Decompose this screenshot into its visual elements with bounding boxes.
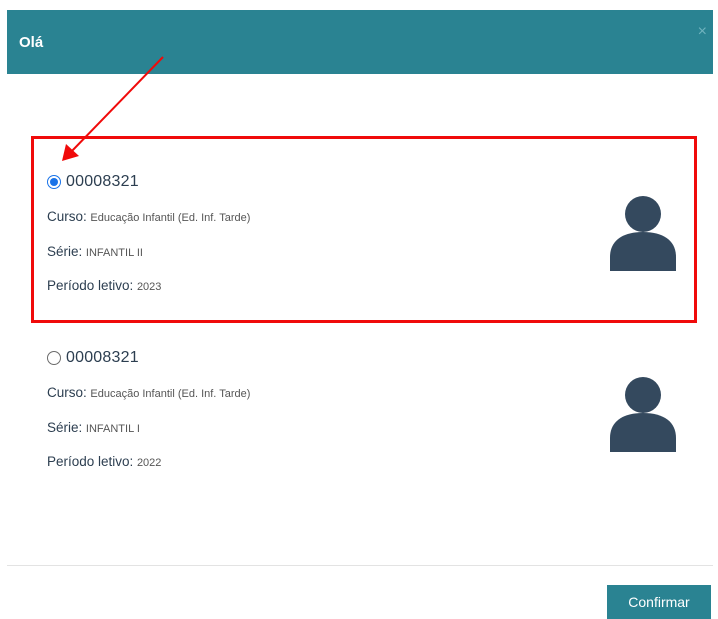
footer-divider [7,565,713,566]
serie-label: Série: [47,244,83,259]
enrollment-radio-label[interactable]: 00008321 [47,348,139,368]
serie-field: Série: INFANTIL I [47,420,140,435]
user-silhouette-icon [610,196,676,271]
curso-field: Curso: Educação Infantil (Ed. Inf. Tarde… [47,209,250,224]
serie-value: INFANTIL II [85,247,143,259]
curso-label: Curso: [47,209,87,224]
dialog-title: Olá [19,34,44,51]
periodo-label: Período letivo: [47,454,134,469]
confirm-button[interactable]: Confirmar [607,585,711,619]
serie-field: Série: INFANTIL II [47,244,143,259]
curso-value: Educação Infantil (Ed. Inf. Tarde) [90,212,251,224]
enrollment-option[interactable]: 00008321 Curso: Educação Infantil (Ed. I… [47,346,687,496]
enrollment-radio[interactable] [47,175,61,189]
serie-value: INFANTIL I [85,423,140,435]
periodo-value: 2022 [136,457,162,469]
enrollment-id: 00008321 [66,349,139,366]
periodo-field: Período letivo: 2022 [47,454,161,469]
enrollment-radio-label[interactable]: 00008321 [47,172,139,192]
periodo-field: Período letivo: 2023 [47,278,161,293]
enrollment-id: 00008321 [66,173,139,190]
enrollment-radio[interactable] [47,351,61,365]
user-silhouette-icon [610,377,676,452]
close-icon[interactable]: × [698,24,707,40]
serie-label: Série: [47,420,83,435]
periodo-value: 2023 [136,281,162,293]
enrollment-option[interactable]: 00008321 Curso: Educação Infantil (Ed. I… [47,170,687,320]
dialog-header: Olá × [7,10,713,74]
periodo-label: Período letivo: [47,278,134,293]
curso-value: Educação Infantil (Ed. Inf. Tarde) [90,388,251,400]
enrollment-select-dialog: Olá × 00008321 Curso: Educação Infantil … [0,0,718,619]
curso-field: Curso: Educação Infantil (Ed. Inf. Tarde… [47,385,250,400]
curso-label: Curso: [47,385,87,400]
